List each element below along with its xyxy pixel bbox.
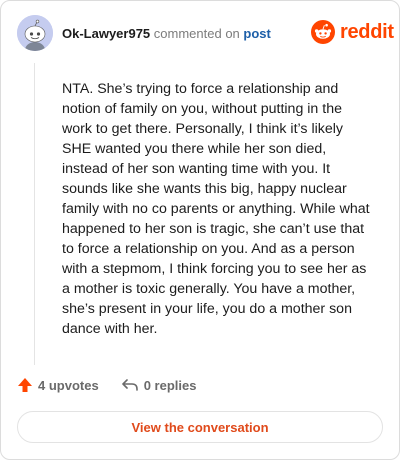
reply-arrow-icon xyxy=(121,379,138,391)
upvote-button[interactable]: 4 upvotes xyxy=(17,377,99,393)
snoo-avatar-icon xyxy=(17,15,53,51)
upvote-arrow-icon xyxy=(18,378,32,392)
reply-button[interactable]: 0 replies xyxy=(121,377,197,393)
reddit-alien-icon xyxy=(311,20,335,44)
reddit-logo[interactable]: reddit xyxy=(311,20,394,44)
comment-header: Ok-Lawyer975 commented on post xyxy=(62,26,271,42)
avatar[interactable] xyxy=(17,15,53,51)
view-conversation-button[interactable]: View the conversation xyxy=(17,411,383,443)
upvote-count: 4 upvotes xyxy=(38,377,99,393)
comment-actions: 4 upvotes 0 replies xyxy=(17,377,196,393)
comment-card: Ok-Lawyer975 commented on post reddit NT… xyxy=(0,0,400,460)
thread-line xyxy=(34,63,35,365)
reddit-wordmark: reddit xyxy=(340,20,394,43)
username-link[interactable]: Ok-Lawyer975 xyxy=(62,26,150,41)
reply-count: 0 replies xyxy=(143,377,197,393)
post-link[interactable]: post xyxy=(243,26,270,41)
comment-body: NTA. She’s trying to force a relationshi… xyxy=(62,81,370,337)
commented-on-label: commented on xyxy=(153,26,240,41)
